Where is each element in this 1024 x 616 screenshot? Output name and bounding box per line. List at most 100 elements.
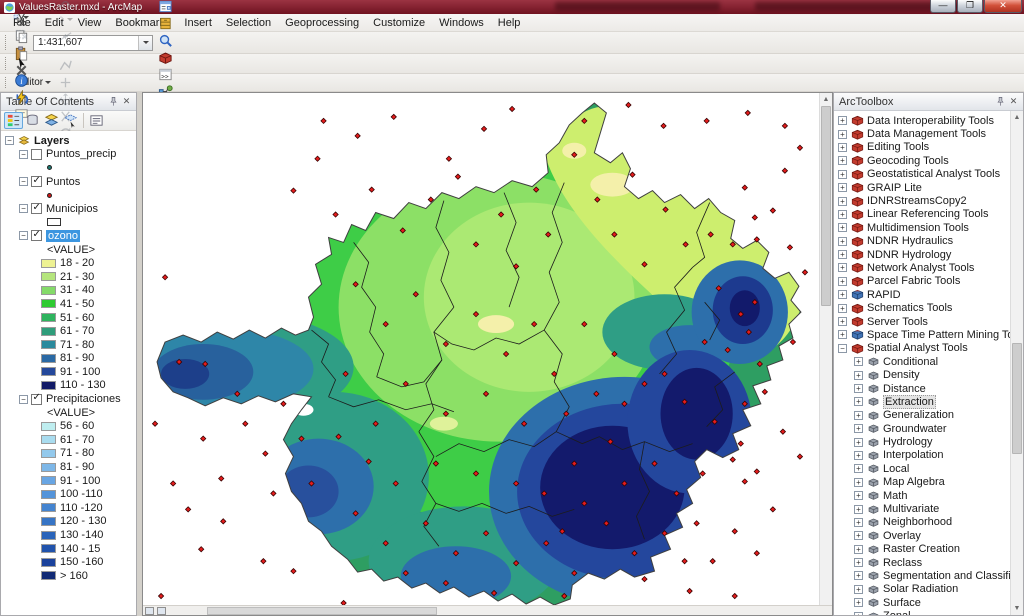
toolbox-item-label[interactable]: Conditional <box>883 356 938 368</box>
toolbox-item[interactable]: +Interpolation <box>836 449 1009 462</box>
expand-icon[interactable]: + <box>838 130 847 139</box>
select-elements-button[interactable] <box>12 55 30 72</box>
toolbox-item[interactable]: +Segmentation and Classification <box>836 569 1009 582</box>
layer-label[interactable]: Puntos_precip <box>46 148 116 160</box>
toolbox-item[interactable]: +Local <box>836 462 1009 475</box>
toolbox-item-label[interactable]: NDNR Hydraulics <box>867 235 953 247</box>
toolbox-item-label[interactable]: Geocoding Tools <box>867 155 949 167</box>
minimize-button[interactable]: — <box>930 0 956 13</box>
legend-class-row[interactable]: 31 - 40 <box>1 284 136 298</box>
legend-class-row[interactable]: 81 - 90 <box>1 460 136 474</box>
expand-icon[interactable]: + <box>854 585 863 594</box>
list-by-source-button[interactable] <box>23 112 42 129</box>
toolbox-item-label[interactable]: Solar Radiation <box>883 583 958 595</box>
toolbox-item[interactable]: +Extraction <box>836 395 1009 408</box>
toolbox-item-label[interactable]: Zonal <box>883 610 911 615</box>
search-window-button[interactable] <box>156 32 174 49</box>
collapse-icon[interactable]: − <box>19 150 28 159</box>
list-by-selection-button[interactable] <box>61 112 80 129</box>
toolbox-item[interactable]: + Geostatistical Analyst Tools <box>836 168 1009 181</box>
toolbox-item-label[interactable]: Parcel Fabric Tools <box>867 275 960 287</box>
scale-combobox[interactable]: 1:431,607 <box>33 35 153 51</box>
close-icon[interactable]: ✕ <box>120 95 133 108</box>
layer-label[interactable]: Precipitaciones <box>46 393 121 405</box>
expand-icon[interactable]: + <box>838 170 847 179</box>
legend-class-row[interactable]: 130 -140 <box>1 528 136 542</box>
toolbox-item-label[interactable]: Surface <box>883 597 921 609</box>
toolbox-item[interactable]: +Editing Tools <box>836 141 1009 154</box>
toolbox-item[interactable]: +Generalization <box>836 409 1009 422</box>
expand-icon[interactable]: + <box>854 464 863 473</box>
toolbox-item-label[interactable]: Linear Referencing Tools <box>867 208 988 220</box>
toolbox-item[interactable]: +Multivariate <box>836 502 1009 515</box>
layer-visibility-checkbox[interactable] <box>31 176 42 187</box>
list-by-visibility-button[interactable] <box>42 112 61 129</box>
toolbar-grip[interactable] <box>5 57 9 70</box>
toolbox-item[interactable]: + GRAIP Lite <box>836 181 1009 194</box>
toolbox-item[interactable]: +Parcel Fabric Tools <box>836 275 1009 288</box>
toolbox-item[interactable]: + Conditional <box>836 355 1009 368</box>
legend-class-row[interactable]: 61 - 70 <box>1 433 136 447</box>
legend-class-row[interactable]: 51 - 60 <box>1 311 136 325</box>
point-symbol[interactable] <box>47 193 52 198</box>
toolbox-item[interactable]: +Network Analyst Tools <box>836 261 1009 274</box>
expand-icon[interactable]: + <box>854 357 863 366</box>
toolbox-item[interactable]: +Raster Creation <box>836 543 1009 556</box>
map-vertical-scrollbar[interactable]: ▲ <box>819 93 832 605</box>
layer-label[interactable]: Puntos <box>46 176 80 188</box>
expand-icon[interactable]: + <box>854 451 863 460</box>
select-features-button[interactable] <box>12 9 30 26</box>
toc-layer-ozono[interactable]: −ozono <box>1 229 136 243</box>
expand-icon[interactable]: + <box>838 263 847 272</box>
layer-symbol[interactable] <box>1 216 136 230</box>
toolbar-grip[interactable] <box>5 77 9 89</box>
toolbox-item[interactable]: +Multidimension Tools <box>836 221 1009 234</box>
pin-icon[interactable] <box>107 95 120 108</box>
toolbox-item[interactable]: +Neighborhood <box>836 516 1009 529</box>
menu-insert[interactable]: Insert <box>177 15 219 31</box>
toolbar-grip[interactable] <box>5 35 9 50</box>
expand-icon[interactable]: + <box>854 598 863 607</box>
toolbox-item[interactable]: +Data Interoperability Tools <box>836 114 1009 127</box>
expand-icon[interactable]: + <box>838 290 847 299</box>
scale-dropdown-button[interactable] <box>138 36 152 50</box>
layer-visibility-checkbox[interactable] <box>31 203 42 214</box>
toolbox-item[interactable]: +Server Tools <box>836 315 1009 328</box>
expand-icon[interactable]: + <box>838 183 847 192</box>
menu-geoprocessing[interactable]: Geoprocessing <box>278 15 366 31</box>
scroll-up-arrow[interactable]: ▲ <box>820 93 832 105</box>
collapse-icon[interactable]: − <box>19 395 28 404</box>
toolbox-item-label[interactable]: Server Tools <box>867 316 928 328</box>
toolbox-item[interactable]: +Space Time Pattern Mining Tools <box>836 328 1009 341</box>
arctoolbox-window-button[interactable] <box>156 49 174 66</box>
layer-symbol[interactable] <box>1 161 136 175</box>
toolbox-item-label[interactable]: Overlay <box>883 530 921 542</box>
hyperlink-button[interactable] <box>12 89 30 106</box>
toolbox-item[interactable]: +Schematics Tools <box>836 301 1009 314</box>
toolbox-item[interactable]: +RAPID <box>836 288 1009 301</box>
toolbox-item-label[interactable]: Editing Tools <box>867 141 929 153</box>
layer-visibility-checkbox[interactable] <box>31 230 42 241</box>
toolbox-item-label[interactable]: GRAIP Lite <box>867 182 922 194</box>
toolbox-item-label[interactable]: Geostatistical Analyst Tools <box>867 168 1000 180</box>
identify-button[interactable]: i <box>12 72 30 89</box>
toolbox-item[interactable]: +Geocoding Tools <box>836 154 1009 167</box>
toolbox-item-label[interactable]: Schematics Tools <box>867 302 952 314</box>
legend-class-row[interactable]: 120 - 130 <box>1 515 136 529</box>
toolbox-item[interactable]: +NDNR Hydraulics <box>836 235 1009 248</box>
legend-class-row[interactable]: 61 - 70 <box>1 324 136 338</box>
legend-class-row[interactable]: 100 -110 <box>1 487 136 501</box>
map-svg[interactable] <box>143 93 819 605</box>
legend-class-row[interactable]: 140 - 15 <box>1 542 136 556</box>
scrollbar-thumb[interactable] <box>821 106 831 306</box>
collapse-icon[interactable]: − <box>838 344 847 353</box>
legend-class-row[interactable]: 71 - 80 <box>1 338 136 352</box>
list-by-drawing-order-button[interactable] <box>4 112 23 129</box>
expand-icon[interactable]: + <box>854 505 863 514</box>
expand-icon[interactable]: + <box>854 397 863 406</box>
toolbox-item-label[interactable]: Data Management Tools <box>867 128 986 140</box>
toolbox-item-label[interactable]: Neighborhood <box>883 516 952 528</box>
data-view-tab[interactable] <box>145 607 154 615</box>
toolbox-item[interactable]: −Spatial Analyst Tools <box>836 342 1009 355</box>
toolbox-item-label[interactable]: Space Time Pattern Mining Tools <box>867 329 1023 341</box>
